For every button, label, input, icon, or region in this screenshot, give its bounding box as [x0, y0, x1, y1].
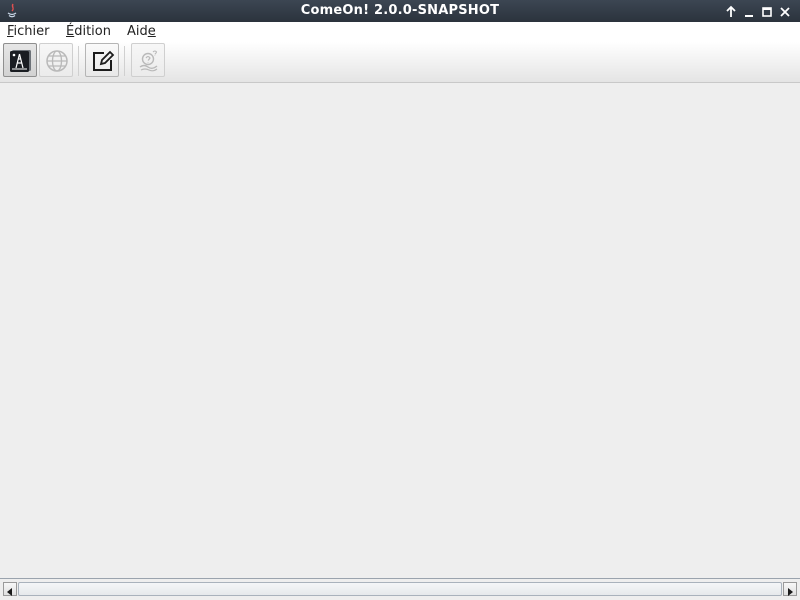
edit-button[interactable] — [85, 43, 119, 77]
scroll-left-button[interactable] — [3, 582, 17, 596]
main-content-area — [1, 83, 799, 578]
globe-button[interactable] — [39, 43, 73, 77]
help-question-icon — [139, 50, 158, 72]
toolbar — [0, 42, 800, 83]
menu-aide[interactable]: Aide — [127, 24, 156, 39]
app-window: ComeOn! 2.0.0-SNAPSHOT Fichier Édition A… — [0, 0, 800, 600]
scroll-right-button[interactable] — [783, 582, 797, 596]
close-icon[interactable] — [778, 4, 792, 18]
menu-bar: Fichier Édition Aide — [0, 22, 800, 42]
window-title: ComeOn! 2.0.0-SNAPSHOT — [300, 3, 500, 18]
title-bar[interactable]: ComeOn! 2.0.0-SNAPSHOT — [0, 0, 800, 22]
minimize-icon[interactable] — [742, 4, 756, 18]
left-arrow-icon — [7, 588, 12, 596]
tower-screen-icon — [10, 50, 31, 72]
toolbar-separator — [78, 46, 79, 76]
menu-fichier[interactable]: Fichier — [7, 24, 50, 39]
globe-icon — [46, 50, 68, 72]
menu-edition[interactable]: Édition — [66, 24, 111, 39]
right-arrow-icon — [788, 588, 793, 596]
edit-icon — [93, 50, 115, 71]
maximize-up-icon[interactable] — [724, 4, 738, 18]
tower-screen-button[interactable] — [3, 43, 37, 77]
toolbar-separator — [124, 46, 125, 76]
horizontal-scrollbar[interactable] — [0, 578, 800, 600]
scrollbar-thumb[interactable] — [18, 582, 782, 596]
restore-icon[interactable] — [760, 4, 774, 18]
help-button[interactable] — [131, 43, 165, 77]
